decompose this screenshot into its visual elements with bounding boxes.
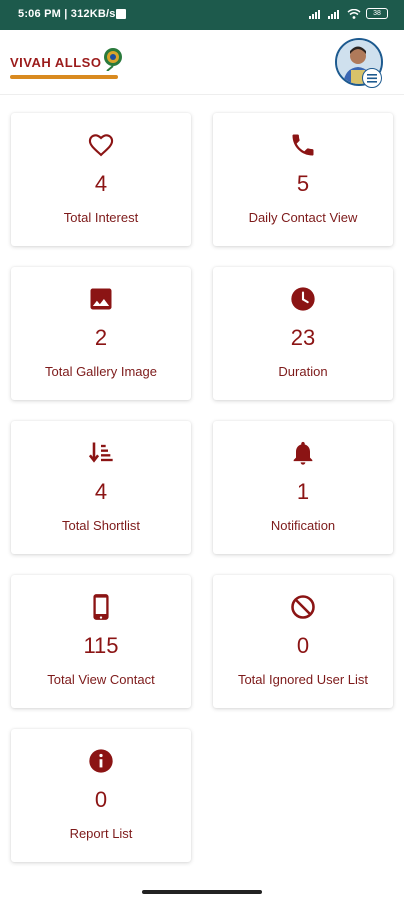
- card-duration[interactable]: 23 Duration: [213, 267, 393, 400]
- card-notification[interactable]: 1 Notification: [213, 421, 393, 554]
- card-label: Total Ignored User List: [237, 672, 369, 687]
- card-total-ignored-user-list[interactable]: 0 Total Ignored User List: [213, 575, 393, 708]
- logo-underline: [10, 75, 118, 79]
- signal-icon-2: [328, 9, 339, 19]
- battery-icon: 38: [366, 8, 388, 19]
- card-total-gallery-image[interactable]: 2 Total Gallery Image: [11, 267, 191, 400]
- card-value: 0: [296, 633, 310, 658]
- app-header: VIVAH ALLSO: [0, 30, 404, 95]
- info-icon: [89, 749, 113, 773]
- card-value: 115: [83, 633, 119, 658]
- bell-icon: [293, 441, 313, 465]
- status-bar: 5:06 PM | 312KB/s 38: [0, 0, 404, 30]
- card-label: Total Shortlist: [61, 518, 141, 533]
- peacock-feather-icon: [104, 48, 122, 71]
- wifi-icon: [347, 8, 361, 19]
- card-value: 4: [94, 171, 108, 196]
- usb-icon: [116, 9, 126, 19]
- card-label: Total Gallery Image: [45, 364, 157, 379]
- block-icon: [291, 595, 315, 619]
- card-label: Total View Contact: [47, 672, 155, 687]
- card-value: 2: [94, 325, 108, 350]
- card-value: 1: [296, 479, 310, 504]
- card-report-list[interactable]: 0 Report List: [11, 729, 191, 862]
- card-value: 23: [290, 325, 316, 350]
- card-label: Total Interest: [63, 210, 139, 225]
- signal-icon: [309, 9, 320, 19]
- app-logo[interactable]: VIVAH ALLSO: [10, 47, 122, 81]
- card-total-shortlist[interactable]: 4 Total Shortlist: [11, 421, 191, 554]
- phone-icon: [292, 134, 314, 156]
- gesture-nav-bar[interactable]: [142, 890, 262, 894]
- card-label: Notification: [270, 518, 336, 533]
- card-label: Daily Contact View: [248, 210, 358, 225]
- clock-icon: [291, 287, 315, 311]
- image-icon: [90, 288, 112, 310]
- card-total-interest[interactable]: 4 Total Interest: [11, 113, 191, 246]
- card-label: Duration: [278, 364, 328, 379]
- mobile-phone-icon: [93, 594, 109, 620]
- card-label: Report List: [69, 826, 133, 841]
- logo-text: VIVAH ALLSO: [10, 55, 102, 70]
- sort-list-icon: [88, 442, 113, 463]
- card-total-view-contact[interactable]: 115 Total View Contact: [11, 575, 191, 708]
- heart-outline-icon: [88, 134, 114, 157]
- card-value: 5: [296, 171, 310, 196]
- card-value: 0: [94, 787, 108, 812]
- card-value: 4: [94, 479, 108, 504]
- menu-list-icon[interactable]: [362, 68, 382, 88]
- card-daily-contact-view[interactable]: 5 Daily Contact View: [213, 113, 393, 246]
- status-time-speed: 5:06 PM | 312KB/s: [18, 8, 116, 20]
